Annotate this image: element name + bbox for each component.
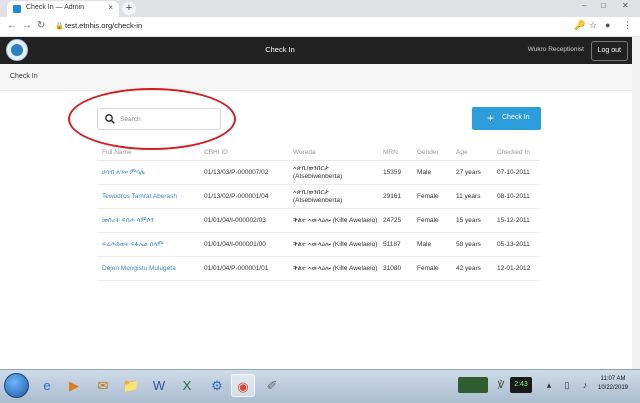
column-header-age[interactable]: Age	[451, 144, 492, 161]
windows-taskbar: e ▶ ✉ 📁 W X ⚙ ◉ ✐ ℣ 2:43 ▴ ▯ ♪ 11:07 AM …	[0, 369, 640, 403]
woreda-cell: ኣጽቢ/ወንበርታ (Atsebiwenberta)	[288, 160, 378, 185]
cbhi-id-cell: 01/13/03/P-000007/02	[199, 160, 288, 185]
table-row[interactable]: ፍሬሕይወት ሩፋኤል ሰላም 01/01/04/I-000001/00 ቕልተ…	[97, 232, 540, 257]
word-icon[interactable]: W	[147, 374, 171, 397]
battery-indicator[interactable]: 2:43	[510, 377, 532, 393]
checked-in-cell: 07-10-2011	[492, 160, 540, 185]
patient-name-link[interactable]: Dejen Mengistu Mulugeta	[97, 256, 199, 281]
cbhi-id-cell: 01/01/04/I-000001/00	[199, 232, 288, 257]
woreda-cell: ቕልተ ኣውላዕሎ (Kilte Awelaelo)	[288, 256, 378, 281]
file-explorer-icon[interactable]: 📁	[119, 374, 143, 397]
cbhi-id-cell: 01/01/04/I-000002/03	[199, 208, 288, 233]
age-cell: 15 years	[451, 208, 492, 233]
patient-name-link[interactable]: ሀሳብ ለገሠ ምሳሌ	[97, 160, 199, 185]
excel-icon[interactable]: X	[175, 374, 199, 397]
site-favicon-icon	[13, 5, 21, 13]
woreda-cell: ቕልተ ኣውላዕሎ (Kilte Awelaelo)	[288, 232, 378, 257]
table-row[interactable]: Dejen Mengistu Mulugeta 01/01/04/P-00000…	[97, 256, 540, 281]
gender-cell: Female	[412, 208, 451, 233]
mrn-cell: 51187	[378, 232, 412, 257]
table-header-row: Full Name CBHI ID Woreda MRN Gender Age …	[97, 144, 540, 161]
plus-icon: +	[487, 111, 495, 125]
new-tab-button[interactable]: +	[122, 2, 136, 15]
mrn-cell: 15359	[378, 160, 412, 185]
account-icon[interactable]: ●	[605, 20, 610, 30]
lock-icon: 🔒	[55, 23, 64, 30]
cbhi-id-cell: 01/01/04/P-000001/01	[199, 256, 288, 281]
app-header: Check In Wukro Receptionist Log out	[0, 37, 632, 64]
cbhi-id-cell: 01/13/02/P-000001/04	[199, 184, 288, 209]
page-title: Check In	[10, 73, 38, 80]
column-header-checked-in[interactable]: Checked In	[492, 144, 540, 161]
bookmark-star-icon[interactable]: ☆	[589, 20, 597, 31]
system-clock[interactable]: 11:07 AM 10/22/2019	[594, 375, 632, 393]
window-minimize-button[interactable]: –	[582, 1, 586, 10]
gender-cell: Female	[412, 184, 451, 209]
table-row[interactable]: Tewodros Tamrat Aberash 01/13/02/P-00000…	[97, 184, 540, 209]
browser-tab-title: Check In — Admin	[26, 4, 84, 11]
key-icon[interactable]: 🔑	[574, 20, 585, 31]
back-arrow-icon[interactable]: ←	[7, 20, 17, 31]
age-cell: 58 years	[451, 232, 492, 257]
woreda-cell: ቕልተ ኣውላዕሎ (Kilte Awelaelo)	[288, 208, 378, 233]
start-button[interactable]	[4, 373, 29, 398]
clock-date: 10/22/2019	[597, 385, 629, 391]
age-cell: 42 years	[451, 256, 492, 281]
gender-cell: Male	[412, 232, 451, 257]
age-cell: 11 years	[451, 184, 492, 209]
checked-in-cell: 05-13-2011	[492, 232, 540, 257]
logout-button[interactable]: Log out	[590, 41, 628, 61]
gender-cell: Male	[412, 160, 451, 185]
column-header-gender[interactable]: Gender	[412, 144, 451, 161]
url-text: test.etnhis.org/check-in	[65, 21, 143, 30]
patient-name-link[interactable]: Tewodros Tamrat Aberash	[97, 184, 199, 209]
settings-app-icon[interactable]: ⚙	[205, 374, 229, 397]
page-scrollbar[interactable]	[632, 37, 640, 369]
table-row[interactable]: መሰረት ፍሰሐ ሳምሶን 01/01/04/I-000002/03 ቕልተ ኣ…	[97, 208, 540, 233]
mrn-cell: 29161	[378, 184, 412, 209]
check-in-button[interactable]: + Check In	[472, 107, 541, 130]
patient-name-link[interactable]: ፍሬሕይወት ሩፋኤል ሰላም	[97, 232, 199, 257]
check-in-button-label: Check In	[502, 114, 530, 121]
patients-table: Full Name CBHI ID Woreda MRN Gender Age …	[97, 144, 540, 281]
page-subheader: Check In	[0, 64, 632, 91]
outlook-icon[interactable]: ✉	[91, 374, 115, 397]
forward-arrow-icon[interactable]: →	[22, 20, 32, 31]
paint-icon[interactable]: ✐	[260, 374, 284, 397]
patient-name-link[interactable]: መሰረት ፍሰሐ ሳምሶን	[97, 208, 199, 233]
internet-explorer-icon[interactable]: e	[35, 374, 59, 397]
network-status-icon[interactable]	[458, 377, 488, 393]
window-maximize-button[interactable]: □	[601, 1, 606, 10]
address-bar[interactable]: 🔒 test.etnhis.org/check-in	[52, 20, 572, 33]
checked-in-cell: 12-01-2012	[492, 256, 540, 281]
mrn-cell: 24725	[378, 208, 412, 233]
app-title: Check In	[265, 45, 295, 54]
mrn-cell: 31080	[378, 256, 412, 281]
woreda-cell: ኣጽቢ/ወንበርታ (Atsebiwenberta)	[288, 184, 378, 209]
red-annotation-ellipse	[68, 88, 236, 150]
age-cell: 27 years	[451, 160, 492, 185]
table-row[interactable]: ሀሳብ ለገሠ ምሳሌ 01/13/03/P-000007/02 ኣጽቢ/ወንበ…	[97, 160, 540, 185]
chrome-icon[interactable]: ◉	[231, 374, 255, 397]
checked-in-cell: 08-10-2011	[492, 184, 540, 209]
checked-in-cell: 15-12-2011	[492, 208, 540, 233]
column-header-woreda[interactable]: Woreda	[288, 144, 378, 161]
column-header-mrn[interactable]: MRN	[378, 144, 412, 161]
menu-kebab-icon[interactable]: ⋮	[623, 20, 632, 31]
browser-toolbar: ← → ↻ 🔒 test.etnhis.org/check-in 🔑 ☆ ● ⋮	[0, 17, 640, 37]
browser-tab[interactable]: Check In — Admin ×	[7, 1, 119, 17]
browser-tab-strip: Check In — Admin × + – □ ✕	[0, 0, 640, 17]
close-tab-icon[interactable]: ×	[108, 3, 113, 12]
clock-time: 11:07 AM	[600, 376, 626, 382]
reload-icon[interactable]: ↻	[37, 20, 45, 31]
column-header-cbhi-id[interactable]: CBHI ID	[199, 144, 288, 161]
user-role-label: Wukro Receptionist	[527, 46, 584, 53]
column-header-full-name[interactable]: Full Name	[97, 144, 199, 161]
media-player-icon[interactable]: ▶	[62, 374, 86, 397]
gender-cell: Female	[412, 256, 451, 281]
window-close-button[interactable]: ✕	[622, 1, 629, 10]
